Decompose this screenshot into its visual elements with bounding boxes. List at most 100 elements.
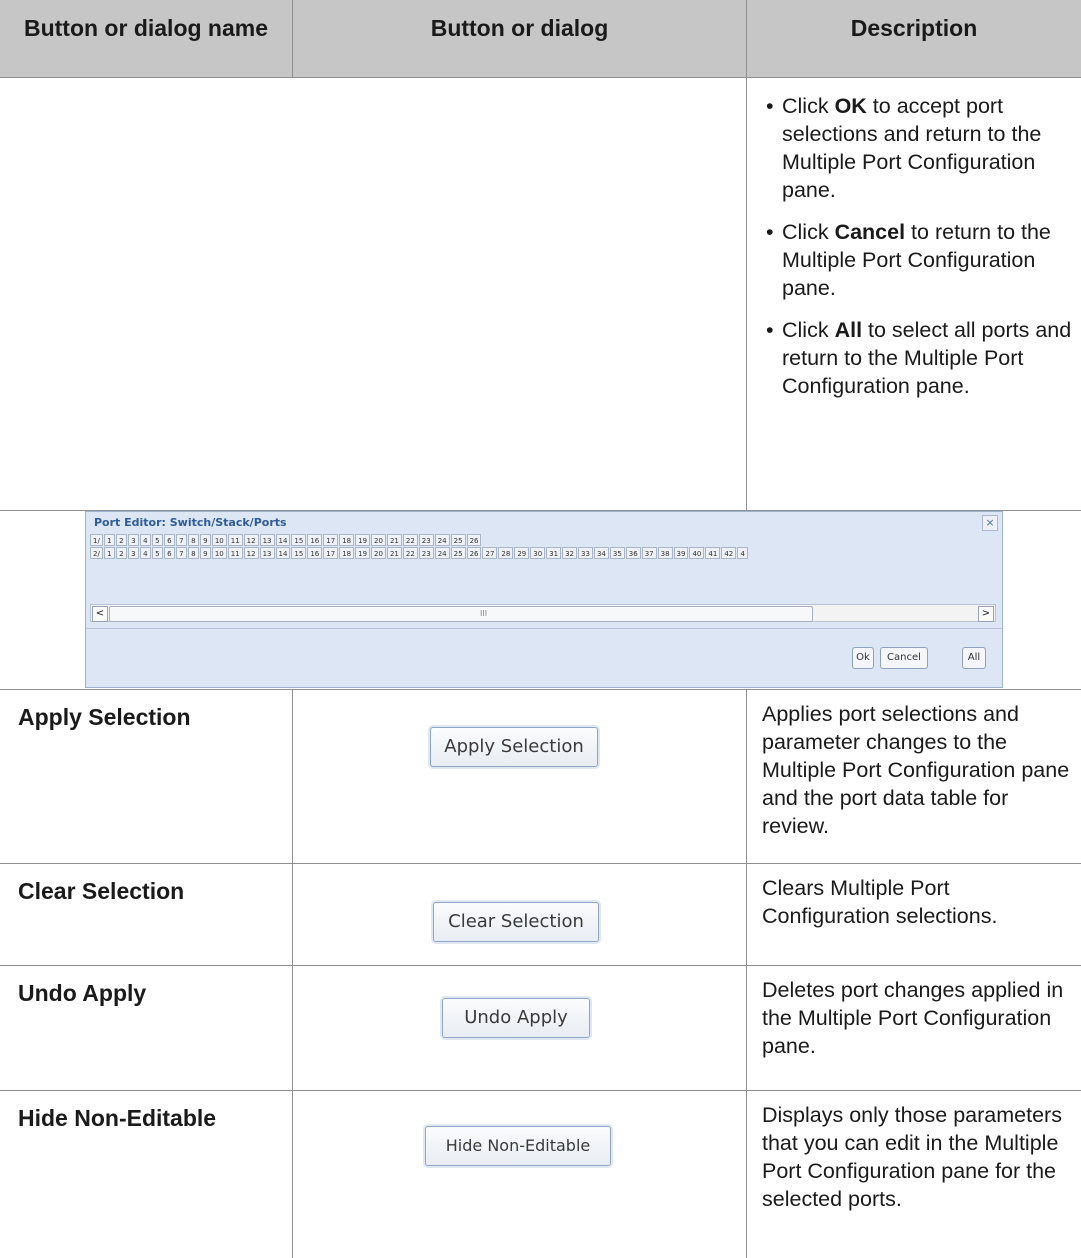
scroll-right-icon[interactable]: > bbox=[978, 606, 994, 622]
port-cell[interactable]: 10 bbox=[211, 547, 227, 559]
table-row-continuation: • Click OK to accept port selections and … bbox=[0, 78, 1081, 511]
port-cell[interactable]: 1 bbox=[103, 547, 115, 559]
port-cell[interactable]: 9 bbox=[199, 534, 211, 546]
port-cell[interactable]: 11 bbox=[227, 547, 243, 559]
port-cell[interactable]: 15 bbox=[291, 547, 307, 559]
port-cell[interactable]: 2 bbox=[115, 534, 127, 546]
scroll-thumb[interactable]: III bbox=[109, 606, 813, 622]
port-cell[interactable]: 4 bbox=[139, 534, 151, 546]
port-cell[interactable]: 5 bbox=[151, 547, 163, 559]
port-cell[interactable]: 20 bbox=[371, 547, 386, 559]
port-cell[interactable]: 7 bbox=[175, 534, 187, 546]
port-cell[interactable]: 22 bbox=[402, 547, 418, 559]
port-cell[interactable]: 41 bbox=[705, 547, 721, 559]
port-cell[interactable]: 27 bbox=[482, 547, 498, 559]
port-cell[interactable]: 8 bbox=[187, 534, 199, 546]
port-cell[interactable]: 33 bbox=[578, 547, 593, 559]
port-cell[interactable]: 17 bbox=[323, 534, 339, 546]
port-cell[interactable]: 10 bbox=[211, 534, 227, 546]
all-button[interactable]: All bbox=[962, 647, 986, 669]
bullet-keyword: All bbox=[834, 318, 863, 342]
port-cell[interactable]: 29 bbox=[514, 547, 530, 559]
undo-apply-button[interactable]: Undo Apply bbox=[442, 998, 590, 1038]
port-cell[interactable]: 36 bbox=[625, 547, 641, 559]
port-cell[interactable]: 13 bbox=[259, 547, 275, 559]
hide-non-editable-button[interactable]: Hide Non-Editable bbox=[425, 1126, 611, 1166]
port-cell[interactable]: 40 bbox=[689, 547, 705, 559]
port-cell[interactable]: 26 bbox=[466, 547, 482, 559]
row-button-name: Apply Selection bbox=[18, 704, 191, 730]
port-cell[interactable]: 2 bbox=[115, 547, 127, 559]
port-cell[interactable]: 22 bbox=[402, 534, 418, 546]
unit-label: 1/ bbox=[90, 534, 103, 546]
table-row: Hide Non-Editable Hide Non-Editable Disp… bbox=[0, 1091, 1081, 1258]
port-cell[interactable]: 6 bbox=[163, 547, 175, 559]
port-cell[interactable]: 8 bbox=[187, 547, 199, 559]
port-cell[interactable]: 21 bbox=[386, 547, 402, 559]
port-cell[interactable]: 37 bbox=[641, 547, 657, 559]
column-divider bbox=[746, 864, 747, 965]
port-cell[interactable]: 16 bbox=[307, 547, 323, 559]
port-cell[interactable]: 23 bbox=[418, 547, 434, 559]
port-cell[interactable]: 14 bbox=[275, 534, 291, 546]
port-cell[interactable]: 6 bbox=[163, 534, 175, 546]
apply-selection-button[interactable]: Apply Selection bbox=[430, 727, 598, 767]
port-cell[interactable]: 28 bbox=[498, 547, 514, 559]
port-cell[interactable]: 12 bbox=[243, 534, 259, 546]
header-button: Button or dialog bbox=[292, 0, 746, 77]
port-cell[interactable]: 12 bbox=[243, 547, 259, 559]
port-cell[interactable]: 1 bbox=[103, 534, 115, 546]
port-cell[interactable]: 25 bbox=[450, 534, 466, 546]
table-row: Clear Selection Clear Selection Clears M… bbox=[0, 864, 1081, 966]
port-cell[interactable]: 3 bbox=[127, 534, 139, 546]
row-description: Deletes port changes applied in the Mult… bbox=[762, 978, 1064, 1058]
row-description: Applies port selections and parameter ch… bbox=[762, 702, 1070, 838]
port-cell[interactable]: 25 bbox=[450, 547, 466, 559]
port-cell[interactable]: 23 bbox=[418, 534, 434, 546]
bullet-all: • Click All to select all ports and retur… bbox=[766, 318, 1072, 398]
port-cell[interactable]: 4 bbox=[737, 547, 749, 559]
row-button-name: Undo Apply bbox=[18, 980, 147, 1006]
port-cell[interactable]: 26 bbox=[466, 534, 482, 546]
port-cell[interactable]: 18 bbox=[339, 534, 355, 546]
port-cell[interactable]: 31 bbox=[546, 547, 562, 559]
row-button-name: Clear Selection bbox=[18, 878, 185, 904]
port-cell[interactable]: 42 bbox=[721, 547, 737, 559]
bullet-cancel: • Click Cancel to return to the Multiple … bbox=[766, 220, 1051, 300]
close-icon[interactable]: × bbox=[982, 515, 998, 531]
port-cell[interactable]: 3 bbox=[127, 547, 139, 559]
port-row-unit-1: 1/ 1 2 3 4 5 6 7 8 9 10 11 12 13 14 15 16 17 18 19 20 21 22 23… bbox=[90, 534, 482, 548]
port-cell[interactable]: 34 bbox=[593, 547, 609, 559]
port-cell[interactable]: 21 bbox=[386, 534, 402, 546]
port-cell[interactable]: 19 bbox=[355, 547, 371, 559]
port-cell[interactable]: 5 bbox=[151, 534, 163, 546]
port-cell[interactable]: 17 bbox=[323, 547, 339, 559]
row-button-name: Hide Non-Editable bbox=[18, 1105, 217, 1131]
port-cell[interactable]: 38 bbox=[657, 547, 673, 559]
cancel-button[interactable]: Cancel bbox=[880, 647, 928, 669]
port-cell[interactable]: 7 bbox=[175, 547, 187, 559]
port-cell[interactable]: 19 bbox=[355, 534, 371, 546]
ok-button[interactable]: Ok bbox=[852, 647, 874, 669]
table-row: Apply Selection Apply Selection Applies … bbox=[0, 690, 1081, 864]
port-cell[interactable]: 18 bbox=[339, 547, 355, 559]
port-cell[interactable]: 20 bbox=[371, 534, 386, 546]
port-cell[interactable]: 11 bbox=[227, 534, 243, 546]
horizontal-scrollbar[interactable]: < III > bbox=[90, 604, 996, 622]
port-cell[interactable]: 13 bbox=[259, 534, 275, 546]
port-cell[interactable]: 16 bbox=[307, 534, 323, 546]
port-cell[interactable]: 30 bbox=[530, 547, 546, 559]
port-cell[interactable]: 4 bbox=[139, 547, 151, 559]
clear-selection-button[interactable]: Clear Selection bbox=[433, 902, 599, 942]
row-description: Displays only those parameters that you … bbox=[762, 1103, 1062, 1211]
scroll-left-icon[interactable]: < bbox=[92, 606, 108, 622]
port-cell[interactable]: 15 bbox=[291, 534, 307, 546]
port-cell[interactable]: 32 bbox=[562, 547, 578, 559]
port-cell[interactable]: 39 bbox=[673, 547, 689, 559]
port-cell[interactable]: 9 bbox=[199, 547, 211, 559]
port-cell[interactable]: 24 bbox=[434, 534, 450, 546]
port-cell[interactable]: 24 bbox=[434, 547, 450, 559]
column-divider bbox=[292, 864, 293, 965]
port-cell[interactable]: 14 bbox=[275, 547, 291, 559]
port-cell[interactable]: 35 bbox=[609, 547, 625, 559]
